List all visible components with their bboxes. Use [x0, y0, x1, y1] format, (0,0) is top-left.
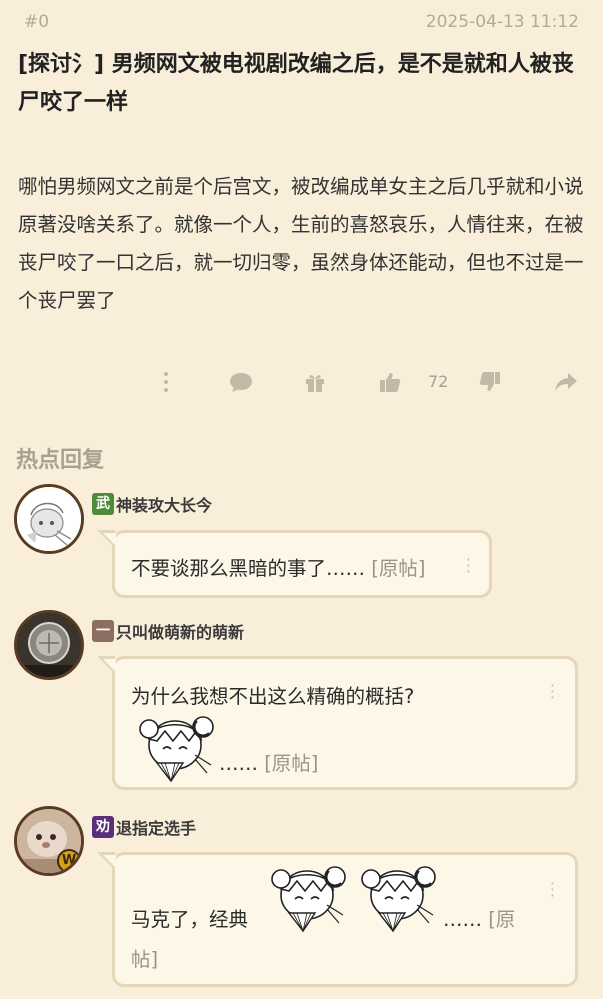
- user-badge: 一: [92, 620, 114, 642]
- original-post-link[interactable]: [原: [488, 908, 515, 931]
- thumbs-down-icon[interactable]: [478, 370, 502, 398]
- reply-bubble: 不要谈那么黑暗的事了…… [原帖] · · ·: [97, 530, 492, 598]
- original-post-link[interactable]: [原帖]: [264, 752, 318, 775]
- ellipsis: ……: [443, 908, 482, 931]
- post-body: 哪怕男频网文之前是个后宫文，被改编成单女主之后几乎就和小说原著没啥关系了。就像一…: [18, 175, 584, 312]
- share-icon[interactable]: [553, 370, 579, 398]
- reply-username[interactable]: 劝 退指定选手: [92, 815, 196, 839]
- hot-replies-heading: 热点回复: [16, 448, 105, 473]
- anime-sticker: [271, 866, 346, 933]
- bubble-tail-inner: [103, 855, 116, 868]
- reply-more-icon[interactable]: · · ·: [550, 678, 555, 706]
- original-post-link[interactable]: [原帖]: [371, 557, 425, 580]
- reply-more-icon[interactable]: · · ·: [550, 876, 555, 904]
- reply-bubble: 为什么我想不出这么精确的概括? · · · …… [原帖]: [97, 656, 578, 790]
- post-time: 2025-04-13 11:12: [425, 12, 579, 32]
- reply-bubble: · · · 马克了，经典 …… [原 帖]: [97, 852, 578, 987]
- gift-icon[interactable]: [303, 370, 327, 398]
- anime-sticker: [361, 866, 436, 933]
- more-icon[interactable]: [160, 370, 172, 398]
- reply-text: 为什么我想不出这么精确的概括?: [131, 685, 415, 708]
- bubble-tail-inner: [103, 533, 116, 546]
- reply-content: 不要谈那么黑暗的事了……: [131, 557, 366, 580]
- username-text: 只叫做萌新的萌新: [116, 623, 245, 642]
- reply-username[interactable]: 武 神装攻大长今: [92, 492, 212, 516]
- reply-username[interactable]: 一 只叫做萌新的萌新: [92, 619, 244, 643]
- user-badge: 武: [92, 493, 114, 515]
- action-bar: 72: [0, 366, 603, 398]
- guild-badge-icon: W: [57, 849, 81, 873]
- reply-tail-text: …… [原: [443, 903, 515, 932]
- avatar[interactable]: W: [14, 806, 84, 876]
- ellipsis: ……: [219, 752, 258, 775]
- reply-text: 不要谈那么黑暗的事了…… [原帖]: [131, 552, 425, 581]
- comment-icon[interactable]: [228, 370, 254, 398]
- thumbs-up-icon[interactable]: [378, 370, 402, 398]
- anime-sticker: [139, 716, 214, 783]
- username-text: 退指定选手: [116, 819, 197, 838]
- post-meta: #0 2025-04-13 11:12: [24, 12, 579, 32]
- bubble-tail-inner: [103, 659, 116, 672]
- avatar[interactable]: [14, 610, 84, 680]
- like-count: 72: [428, 372, 449, 391]
- username-text: 神装攻大长今: [116, 496, 213, 515]
- avatar[interactable]: [14, 484, 84, 554]
- post-title: [探讨氵] 男频网文被电视剧改编之后，是不是就和人被丧尸咬了一样: [18, 52, 574, 115]
- user-badge: 劝: [92, 816, 114, 838]
- original-post-link-cont[interactable]: 帖]: [131, 943, 158, 972]
- reply-more-icon[interactable]: · · ·: [466, 552, 471, 580]
- reply-text: 马克了，经典: [131, 908, 249, 931]
- reply-tail-text: …… [原帖]: [219, 747, 318, 776]
- floor-number: #0: [24, 12, 50, 32]
